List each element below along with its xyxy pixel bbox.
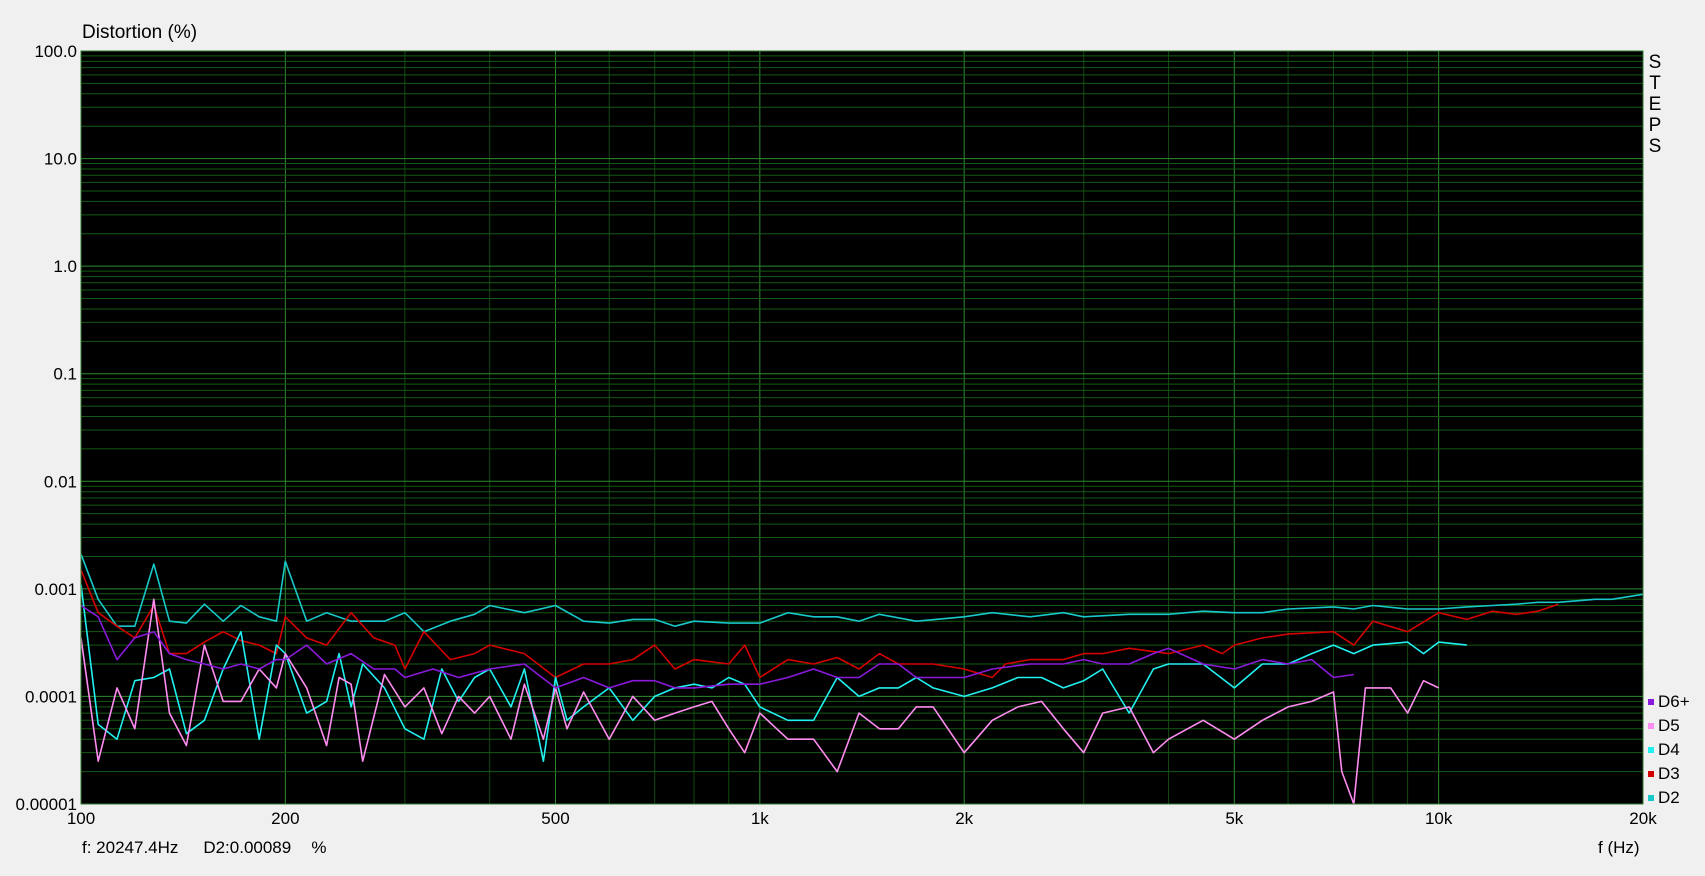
- legend-swatch: [1648, 699, 1654, 705]
- x-tick-label: 200: [271, 809, 299, 828]
- legend-swatch: [1648, 771, 1654, 777]
- x-tick-label: 2k: [955, 809, 973, 828]
- x-tick-label: 1k: [751, 809, 769, 828]
- steps-letter: S: [1648, 52, 1662, 73]
- legend-item-d4[interactable]: D4: [1648, 738, 1690, 762]
- x-tick-label: 500: [541, 809, 569, 828]
- legend-label: D5: [1658, 716, 1680, 735]
- steps-letter: T: [1649, 73, 1661, 94]
- y-tick-label: 0.1: [53, 365, 77, 384]
- x-tick-label: 10k: [1425, 809, 1453, 828]
- legend-item-d2[interactable]: D2: [1648, 786, 1690, 810]
- y-tick-label: 10.0: [44, 150, 77, 169]
- cursor-value: D2:0.00089: [203, 838, 292, 857]
- y-tick-label: 100.0: [34, 42, 77, 61]
- y-tick-label: 0.00001: [16, 795, 77, 814]
- steps-letter: E: [1648, 94, 1662, 115]
- legend: D6+ D5 D4 D3 D2: [1648, 690, 1690, 810]
- legend-label: D6+: [1658, 692, 1690, 711]
- y-tick-label: 0.0001: [25, 687, 77, 706]
- y-tick-label: 1.0: [53, 257, 77, 276]
- cursor-unit: %: [311, 838, 327, 857]
- x-tick-label: 20k: [1629, 809, 1657, 828]
- distortion-chart: 100 200 500 1k 2k 5k 10k 20k100.010.01.00.10.01…: [16, 42, 1658, 828]
- steps-letter: P: [1648, 115, 1662, 136]
- x-axis-unit: f (Hz): [1598, 838, 1640, 857]
- steps-letter: S: [1648, 136, 1662, 157]
- legend-item-d3[interactable]: D3: [1648, 762, 1690, 786]
- cursor-frequency: f: 20247.4Hz: [82, 838, 179, 857]
- legend-item-d6plus[interactable]: D6+: [1648, 690, 1690, 714]
- legend-item-d5[interactable]: D5: [1648, 714, 1690, 738]
- legend-swatch: [1648, 723, 1654, 729]
- y-tick-label: 0.001: [34, 580, 77, 599]
- y-tick-label: 0.01: [44, 472, 77, 491]
- legend-label: D2: [1658, 788, 1680, 807]
- legend-label: D3: [1658, 764, 1680, 783]
- legend-label: D4: [1658, 740, 1680, 759]
- y-axis-title: Distortion (%): [82, 22, 198, 43]
- cursor-readout: f: 20247.4Hz D2:0.00089 %: [82, 838, 333, 858]
- x-tick-label: 5k: [1225, 809, 1243, 828]
- legend-swatch: [1648, 747, 1654, 753]
- legend-swatch: [1648, 795, 1654, 801]
- steps-vertical-label: S T E P S: [1648, 52, 1662, 157]
